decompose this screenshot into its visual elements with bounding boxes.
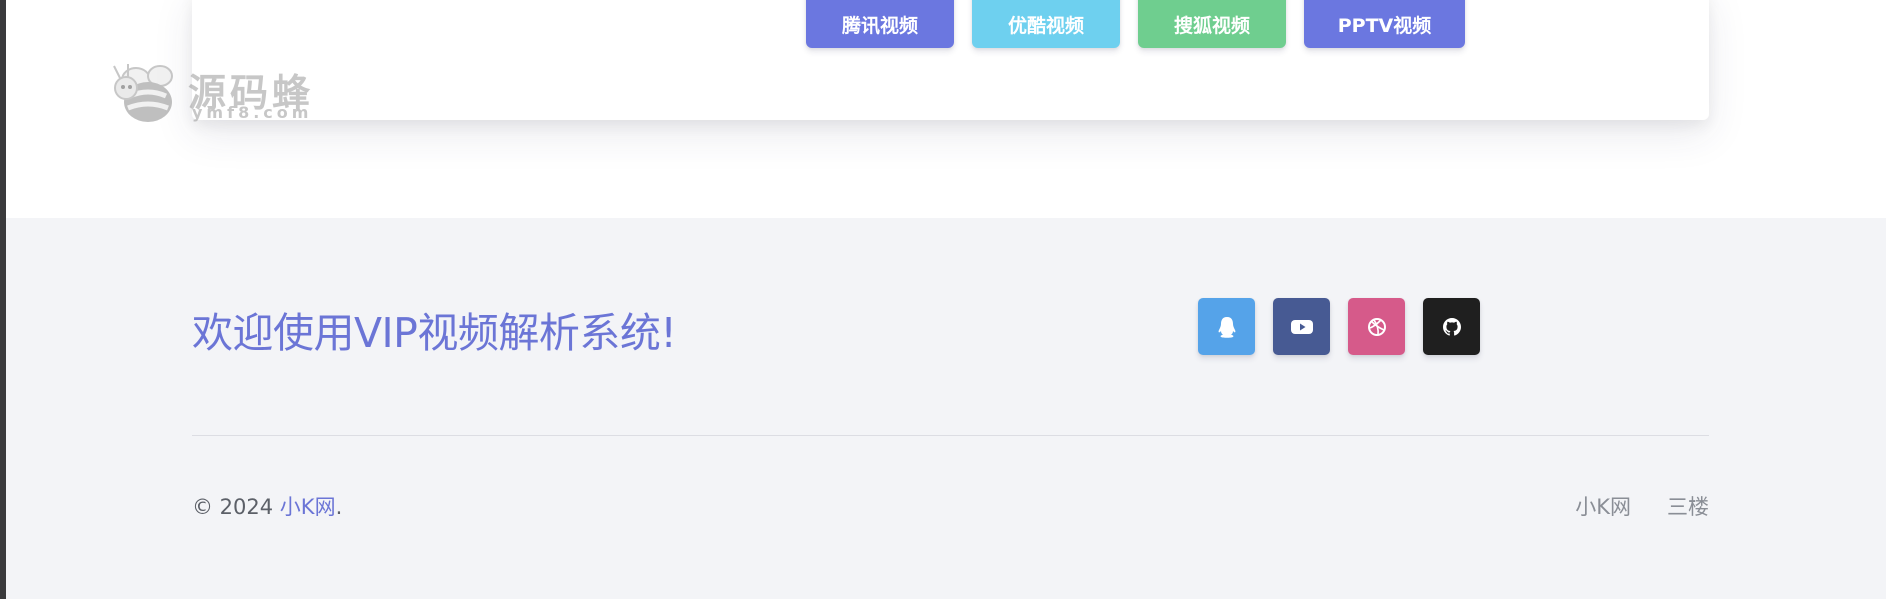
copyright-site-link[interactable]: 小K网 [280,495,336,519]
social-links [1198,298,1480,355]
copyright: © 2024 小K网. [192,491,342,521]
youku-video-button[interactable]: 优酷视频 [972,0,1120,48]
tencent-video-button[interactable]: 腾讯视频 [806,0,954,48]
github-button[interactable] [1423,298,1480,355]
watermark: 源码蜂 ymf8.com [108,58,318,128]
sohu-video-button[interactable]: 搜狐视频 [1138,0,1286,48]
youtube-button[interactable] [1273,298,1330,355]
dribbble-icon [1367,317,1386,336]
footer-link-xiaok[interactable]: 小K网 [1575,491,1631,521]
welcome-heading: 欢迎使用VIP视频解析系统! [192,309,677,357]
qq-button[interactable] [1198,298,1255,355]
copyright-suffix: . [335,495,343,519]
bee-logo-icon [113,64,173,122]
watermark-en-text: ymf8.com [192,103,313,122]
platform-button-row: 腾讯视频 优酷视频 搜狐视频 PPTV视频 [806,0,1465,48]
github-icon [1442,317,1461,336]
qq-icon [1218,316,1235,338]
pptv-video-button[interactable]: PPTV视频 [1304,0,1465,48]
footer-divider [192,435,1709,436]
footer-link-sanlou[interactable]: 三楼 [1667,491,1709,521]
youtube-icon [1290,319,1313,334]
footer: 欢迎使用VIP视频解析系统! © 2024 小K网. 小K网 三楼 [6,218,1886,599]
footer-links: 小K网 三楼 [1575,491,1709,521]
copyright-prefix: © 2024 [192,495,280,519]
dribbble-button[interactable] [1348,298,1405,355]
parse-card: 腾讯视频 优酷视频 搜狐视频 PPTV视频 [192,0,1709,120]
page: 腾讯视频 优酷视频 搜狐视频 PPTV视频 源码蜂 ymf8.com 欢迎使用V… [6,0,1886,599]
